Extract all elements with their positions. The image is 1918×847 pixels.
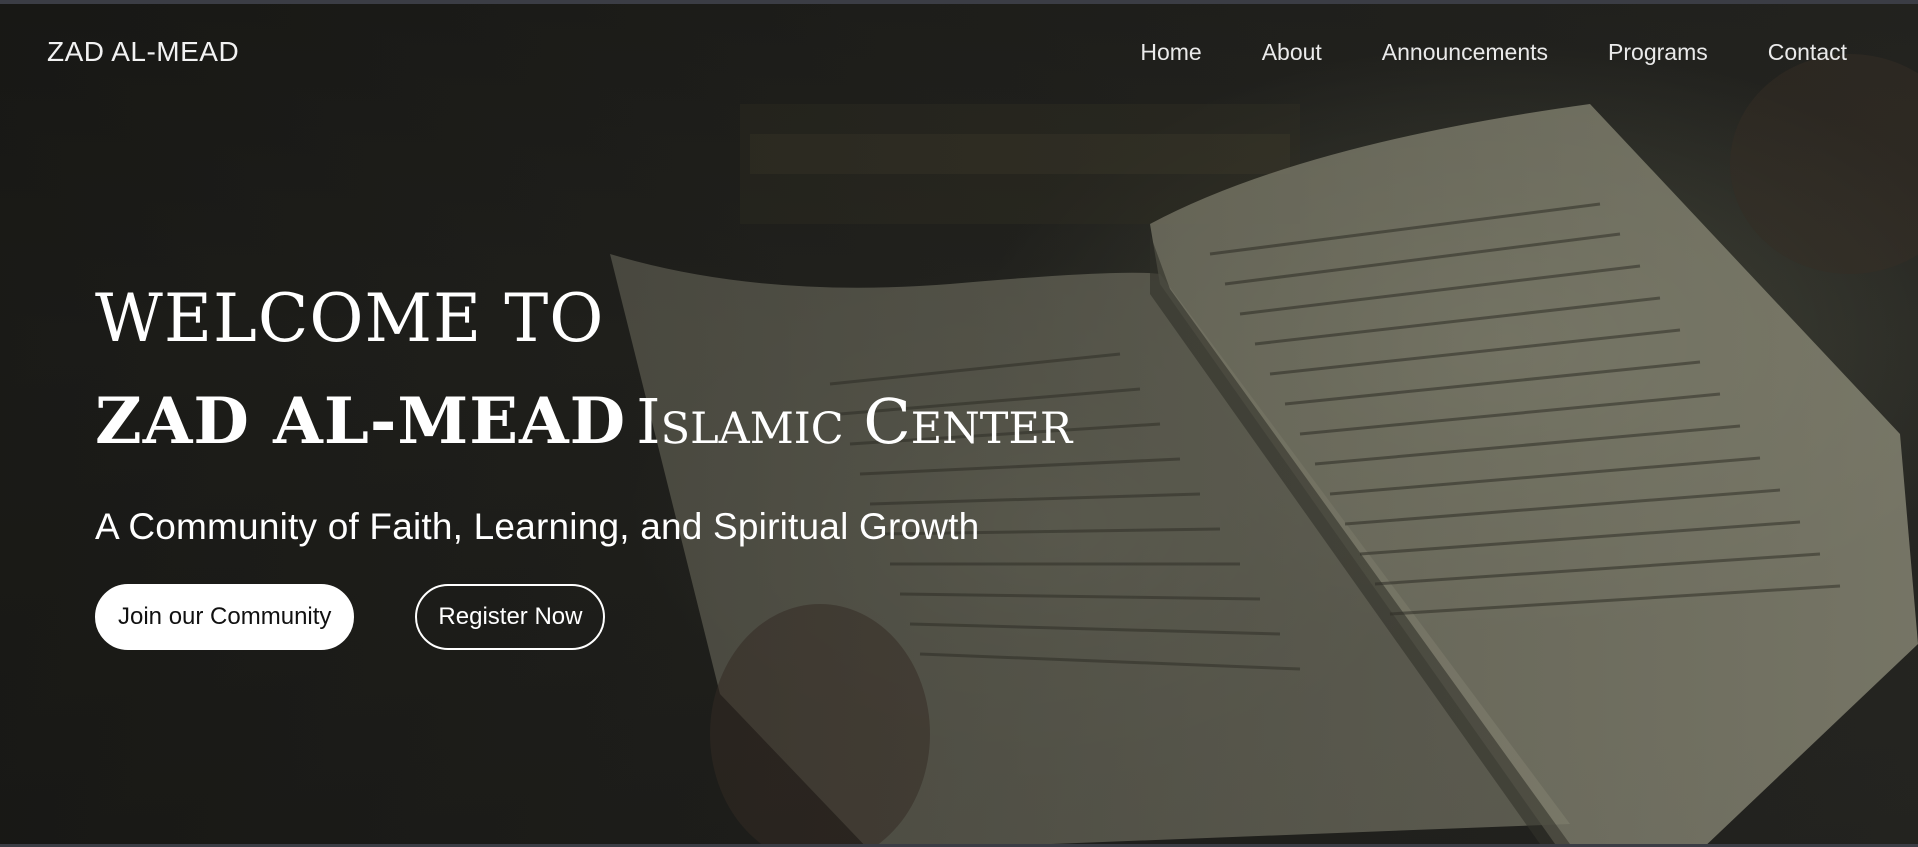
nav-link-about[interactable]: About [1262,39,1322,66]
top-navbar: ZAD AL-MEAD Home About Announcements Pro… [0,4,1918,100]
nav-link-announcements[interactable]: Announcements [1382,39,1548,66]
hero-cta-row: Join our Community Register Now [95,584,1072,650]
brand-logo-text[interactable]: ZAD AL-MEAD [47,36,239,68]
hero-tagline: A Community of Faith, Learning, and Spir… [95,506,980,547]
hero-name-bold: ZAD AL-MEAD [95,384,627,459]
hero-name-rest: Islamic Center [636,385,1073,458]
hero-section: Welcome to ZAD AL-MEAD Islamic Center A C… [95,286,1072,650]
nav-links: Home About Announcements Programs Contac… [1080,39,1847,66]
nav-link-programs[interactable]: Programs [1608,39,1708,66]
hero-center-name: ZAD AL-MEAD Islamic Center [95,390,1072,454]
landing-page: ZAD AL-MEAD Home About Announcements Pro… [0,0,1918,847]
join-community-button[interactable]: Join our Community [95,584,355,650]
nav-link-home[interactable]: Home [1140,39,1201,66]
hero-welcome-heading: Welcome to [95,280,605,357]
nav-link-contact[interactable]: Contact [1768,39,1847,66]
register-now-button[interactable]: Register Now [415,584,606,650]
